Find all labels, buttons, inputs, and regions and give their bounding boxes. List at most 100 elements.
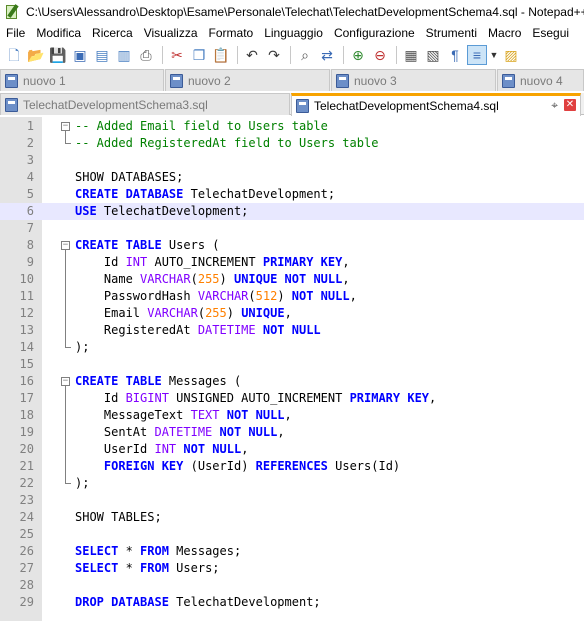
show-all-chars-icon[interactable]: ¶ — [445, 45, 465, 65]
redo-icon[interactable]: ↷ — [264, 45, 284, 65]
code-line[interactable]: 10 Name VARCHAR(255) UNIQUE NOT NULL, — [0, 271, 584, 288]
code-line[interactable]: 3 — [0, 152, 584, 169]
word-wrap-icon[interactable]: ▧ — [423, 45, 443, 65]
code-line[interactable]: 9 Id INT AUTO_INCREMENT PRIMARY KEY, — [0, 254, 584, 271]
code-line[interactable]: 29 DROP DATABASE TelechatDevelopment; — [0, 594, 584, 611]
file-icon — [336, 73, 349, 88]
menu-tools[interactable]: Strumenti — [420, 24, 482, 42]
tab-nuovo-2[interactable]: nuovo 2 — [165, 69, 330, 91]
tab-nuovo-3[interactable]: nuovo 3 — [331, 69, 496, 91]
code-text: PasswordHash VARCHAR(512) NOT NULL, — [75, 288, 357, 305]
code-line[interactable]: 21 FOREIGN KEY (UserId) REFERENCES Users… — [0, 458, 584, 475]
line-number: 23 — [19, 493, 34, 507]
tab-schema3[interactable]: TelechatDevelopmentSchema3.sql — [0, 93, 290, 115]
notepad-plus-plus-icon — [4, 4, 20, 20]
code-line[interactable]: 8 CREATE TABLE Users (− — [0, 237, 584, 254]
copy-icon[interactable]: ❐ — [189, 45, 209, 65]
menu-language[interactable]: Linguaggio — [258, 24, 328, 42]
fold-toggle-icon[interactable]: − — [61, 377, 70, 386]
code-token: SentAt — [75, 425, 155, 439]
zoom-out-icon[interactable]: ⊖ — [370, 45, 390, 65]
print-icon[interactable]: ⎙ — [136, 45, 156, 65]
code-line[interactable]: 25 — [0, 526, 584, 543]
open-file-icon[interactable]: 📂 — [26, 45, 46, 65]
code-line[interactable]: 18 MessageText TEXT NOT NULL, — [0, 407, 584, 424]
close-tab-icon[interactable]: ✕ — [564, 99, 576, 111]
menu-view[interactable]: Visualizza — [138, 24, 203, 42]
code-line[interactable]: 15 — [0, 356, 584, 373]
code-line[interactable]: 2 -- Added RegisteredAt field to Users ta… — [0, 135, 584, 152]
tab-row-secondary: TelechatDevelopmentSchema3.sql TelechatD… — [0, 93, 584, 116]
code-text: Email VARCHAR(255) UNIQUE, — [75, 305, 292, 322]
code-line[interactable]: 27 SELECT * FROM Users; — [0, 560, 584, 577]
code-token: UNIQUE NOT NULL — [233, 272, 343, 286]
fold-guide-line — [65, 386, 66, 483]
code-line[interactable]: 19 SentAt DATETIME NOT NULL, — [0, 424, 584, 441]
dropdown-arrow-icon[interactable]: ▼ — [489, 45, 499, 65]
code-line[interactable]: 5 CREATE DATABASE TelechatDevelopment; — [0, 186, 584, 203]
close-icon[interactable]: ▤ — [92, 45, 112, 65]
code-line[interactable]: 14); — [0, 339, 584, 356]
code-line[interactable]: 1 -- Added Email field to Users table − — [0, 118, 584, 135]
code-line[interactable]: 28 — [0, 577, 584, 594]
zoom-in-icon[interactable]: ⊕ — [348, 45, 368, 65]
toolbar-separator — [290, 46, 291, 64]
code-line[interactable]: 12 Email VARCHAR(255) UNIQUE, — [0, 305, 584, 322]
code-editor[interactable]: 1 -- Added Email field to Users table −2 --… — [0, 117, 584, 621]
code-line[interactable]: 22); — [0, 475, 584, 492]
title-bar: C:\Users\Alessandro\Desktop\Esame\Person… — [0, 0, 584, 24]
fold-toggle-icon[interactable]: − — [61, 241, 70, 250]
code-token: 255 — [205, 306, 227, 320]
tab-nuovo-1[interactable]: nuovo 1 — [0, 69, 164, 91]
new-file-icon[interactable]: 🗋 — [4, 45, 24, 65]
cut-icon[interactable]: ✂ — [167, 45, 187, 65]
code-line[interactable]: 20 UserId INT NOT NULL, — [0, 441, 584, 458]
code-text: Name VARCHAR(255) UNIQUE NOT NULL, — [75, 271, 350, 288]
menu-macro[interactable]: Macro — [482, 24, 526, 42]
sync-scroll-icon[interactable]: ▦ — [401, 45, 421, 65]
code-token: ); — [75, 340, 90, 354]
code-line[interactable]: 16 CREATE TABLE Messages (− — [0, 373, 584, 390]
line-number: 11 — [19, 289, 34, 303]
pin-icon[interactable]: ⌖ — [551, 98, 558, 113]
file-icon — [296, 99, 309, 113]
replace-icon[interactable]: ⇄ — [317, 45, 337, 65]
code-token: DROP DATABASE — [75, 595, 169, 609]
code-text: FOREIGN KEY (UserId) REFERENCES Users(Id… — [75, 458, 400, 475]
code-line[interactable]: 23 — [0, 492, 584, 509]
code-line[interactable]: 4 SHOW DATABASES; — [0, 169, 584, 186]
menu-settings[interactable]: Configurazione — [328, 24, 420, 42]
undo-icon[interactable]: ↶ — [242, 45, 262, 65]
code-text: UserId INT NOT NULL, — [75, 441, 249, 458]
code-token: SHOW TABLES; — [75, 510, 162, 524]
code-line[interactable]: 7 — [0, 220, 584, 237]
code-token: AUTO_INCREMENT — [147, 255, 263, 269]
find-icon[interactable]: ⌕ — [295, 45, 315, 65]
line-number: 4 — [26, 170, 34, 184]
tab-nuovo-4[interactable]: nuovo 4 — [497, 69, 584, 91]
code-line[interactable]: 13 RegisteredAt DATETIME NOT NULL — [0, 322, 584, 339]
user-defined-language-icon[interactable]: ▨ — [501, 45, 521, 65]
code-line[interactable]: 6 USE TelechatDevelopment; — [0, 203, 584, 220]
menu-edit[interactable]: Modifica — [30, 24, 86, 42]
close-all-icon[interactable]: ▥ — [114, 45, 134, 65]
code-line[interactable]: 11 PasswordHash VARCHAR(512) NOT NULL, — [0, 288, 584, 305]
code-line[interactable]: 17 Id BIGINT UNSIGNED AUTO_INCREMENT PRI… — [0, 390, 584, 407]
code-text: ); — [75, 475, 89, 492]
menu-search[interactable]: Ricerca — [86, 24, 138, 42]
code-text: SentAt DATETIME NOT NULL, — [75, 424, 285, 441]
menu-run[interactable]: Esegui — [526, 24, 574, 42]
fold-toggle-icon[interactable]: − — [61, 122, 70, 131]
save-icon[interactable]: 💾 — [48, 45, 68, 65]
paste-icon[interactable]: 📋 — [211, 45, 231, 65]
code-line[interactable]: 24 SHOW TABLES; — [0, 509, 584, 526]
menu-file[interactable]: File — [0, 24, 30, 42]
tab-schema4[interactable]: TelechatDevelopmentSchema4.sql ⌖ ✕ — [291, 93, 581, 116]
code-token: Id — [75, 255, 126, 269]
indent-guide-icon[interactable]: ≡ — [467, 45, 487, 65]
code-line[interactable]: 26 SELECT * FROM Messages; — [0, 543, 584, 560]
menu-format[interactable]: Formato — [203, 24, 259, 42]
save-all-icon[interactable]: ▣ — [70, 45, 90, 65]
code-token: , — [284, 408, 292, 422]
